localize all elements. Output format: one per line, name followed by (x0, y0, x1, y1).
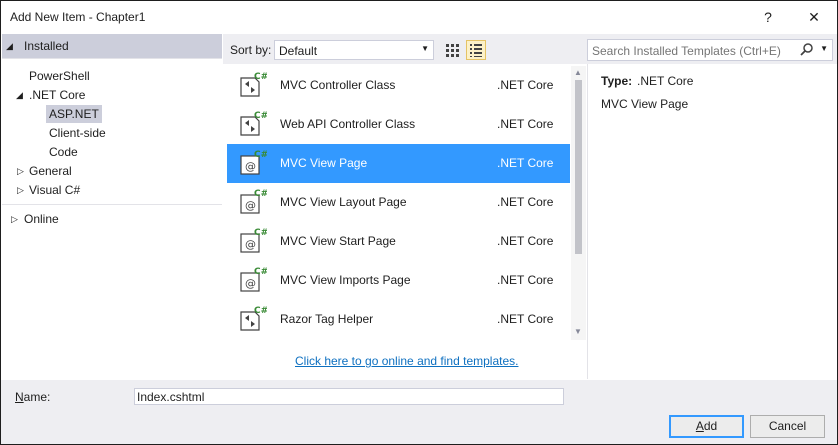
type-value: .NET Core (637, 74, 694, 88)
tree-divider (2, 204, 222, 205)
name-label: Name: (15, 390, 51, 404)
template-language: .NET Core (497, 234, 554, 248)
cancel-button[interactable]: Cancel (750, 415, 825, 438)
svg-text:C#: C# (254, 72, 267, 82)
template-row-razor-tag-helper[interactable]: C# Razor Tag Helper .NET Core (227, 300, 570, 339)
template-language: .NET Core (497, 117, 554, 131)
tree-item-visual-csharp[interactable]: Visual C# (29, 181, 80, 199)
find-templates-online-link[interactable]: Click here to go online and find templat… (295, 354, 518, 368)
razor-view-icon: @ C# (240, 189, 267, 214)
razor-view-icon: @ C# (240, 228, 267, 253)
list-view-button[interactable] (466, 40, 486, 60)
list-view-icon (470, 44, 482, 57)
tree-item-netcore[interactable]: .NET Core (29, 86, 85, 104)
add-button[interactable]: Add (669, 415, 744, 438)
template-row-mvc-view-page[interactable]: @ C# MVC View Page .NET Core (227, 144, 570, 183)
search-box[interactable]: ▼ (587, 39, 833, 62)
tree-item-client-side[interactable]: Client-side (49, 124, 106, 142)
tree-divider (2, 58, 222, 59)
template-name: MVC View Layout Page (280, 195, 407, 209)
template-name: MVC Controller Class (280, 78, 396, 92)
template-name: Web API Controller Class (280, 117, 416, 131)
file-name-input[interactable] (134, 388, 564, 405)
add-new-item-dialog: Add New Item - Chapter1 ? ✕ ◢ Installed … (0, 0, 838, 445)
tree-item-powershell[interactable]: PowerShell (29, 67, 90, 85)
installed-header[interactable]: ◢ Installed (2, 34, 222, 58)
scroll-up-icon[interactable]: ▲ (574, 68, 582, 77)
type-label: Type: (601, 74, 633, 88)
template-name: MVC View Page (280, 156, 368, 170)
search-icon[interactable] (800, 42, 814, 59)
scrollbar-thumb[interactable] (575, 80, 582, 254)
sort-by-label: Sort by: (230, 43, 272, 57)
close-button[interactable]: ✕ (794, 5, 834, 29)
template-row-mvc-view-layout[interactable]: @ C# MVC View Layout Page .NET Core (227, 183, 570, 222)
svg-text:@: @ (245, 277, 256, 290)
svg-text:C#: C# (254, 111, 267, 121)
scroll-down-icon[interactable]: ▼ (574, 327, 582, 336)
tree-item-installed[interactable]: Installed (24, 37, 69, 55)
sort-by-dropdown[interactable]: Default ▼ (274, 40, 434, 60)
template-description: MVC View Page (601, 97, 689, 111)
grid-view-icon (446, 44, 459, 57)
svg-text:C#: C# (254, 228, 267, 238)
svg-text:C#: C# (254, 150, 267, 160)
template-name: MVC View Start Page (280, 234, 396, 248)
razor-view-icon: @ C# (240, 150, 267, 175)
template-row-mvc-view-start[interactable]: @ C# MVC View Start Page .NET Core (227, 222, 570, 261)
small-icons-view-button[interactable] (442, 40, 462, 60)
template-row-web-api-controller[interactable]: C# Web API Controller Class .NET Core (227, 105, 570, 144)
collapsed-arrow-icon[interactable]: ▷ (17, 181, 24, 199)
tree-item-online[interactable]: Online (24, 210, 59, 228)
chevron-down-icon[interactable]: ▼ (820, 44, 828, 53)
razor-view-icon: @ C# (240, 267, 267, 292)
collapse-arrow-icon[interactable]: ◢ (6, 37, 13, 55)
chevron-down-icon: ▼ (421, 44, 429, 53)
title-bar: Add New Item - Chapter1 ? ✕ (1, 1, 837, 33)
svg-text:C#: C# (254, 267, 267, 277)
template-name: MVC View Imports Page (280, 273, 411, 287)
expand-arrow-icon[interactable]: ◢ (16, 86, 23, 104)
sort-by-value: Default (279, 44, 318, 58)
tree-item-general[interactable]: General (29, 162, 72, 180)
svg-text:@: @ (245, 238, 256, 251)
controller-icon: C# (240, 306, 267, 331)
category-tree: ◢ Installed PowerShell ◢ .NET Core ASP.N… (2, 34, 222, 379)
help-button[interactable]: ? (748, 5, 788, 29)
template-language: .NET Core (497, 156, 554, 170)
template-language: .NET Core (497, 195, 554, 209)
collapsed-arrow-icon[interactable]: ▷ (11, 210, 18, 228)
template-name: Razor Tag Helper (280, 312, 374, 326)
template-language: .NET Core (497, 273, 554, 287)
search-input[interactable] (588, 40, 804, 62)
template-row-mvc-controller[interactable]: C# MVC Controller Class .NET Core (227, 66, 570, 105)
svg-text:C#: C# (254, 306, 267, 316)
tree-item-code[interactable]: Code (49, 143, 78, 161)
controller-icon: C# (240, 72, 267, 97)
svg-text:@: @ (245, 160, 256, 173)
svg-text:C#: C# (254, 189, 267, 199)
template-row-mvc-view-imports[interactable]: @ C# MVC View Imports Page .NET Core (227, 261, 570, 300)
collapsed-arrow-icon[interactable]: ▷ (17, 162, 24, 180)
details-divider (587, 64, 588, 379)
tree-item-aspnet[interactable]: ASP.NET (46, 105, 102, 123)
dialog-title: Add New Item - Chapter1 (10, 10, 146, 24)
template-list: C# MVC Controller Class .NET Core C# Web… (227, 66, 570, 340)
svg-text:@: @ (245, 199, 256, 212)
template-list-scrollbar[interactable]: ▲ ▼ (571, 66, 586, 340)
controller-icon: C# (240, 111, 267, 136)
template-language: .NET Core (497, 78, 554, 92)
template-language: .NET Core (497, 312, 554, 326)
